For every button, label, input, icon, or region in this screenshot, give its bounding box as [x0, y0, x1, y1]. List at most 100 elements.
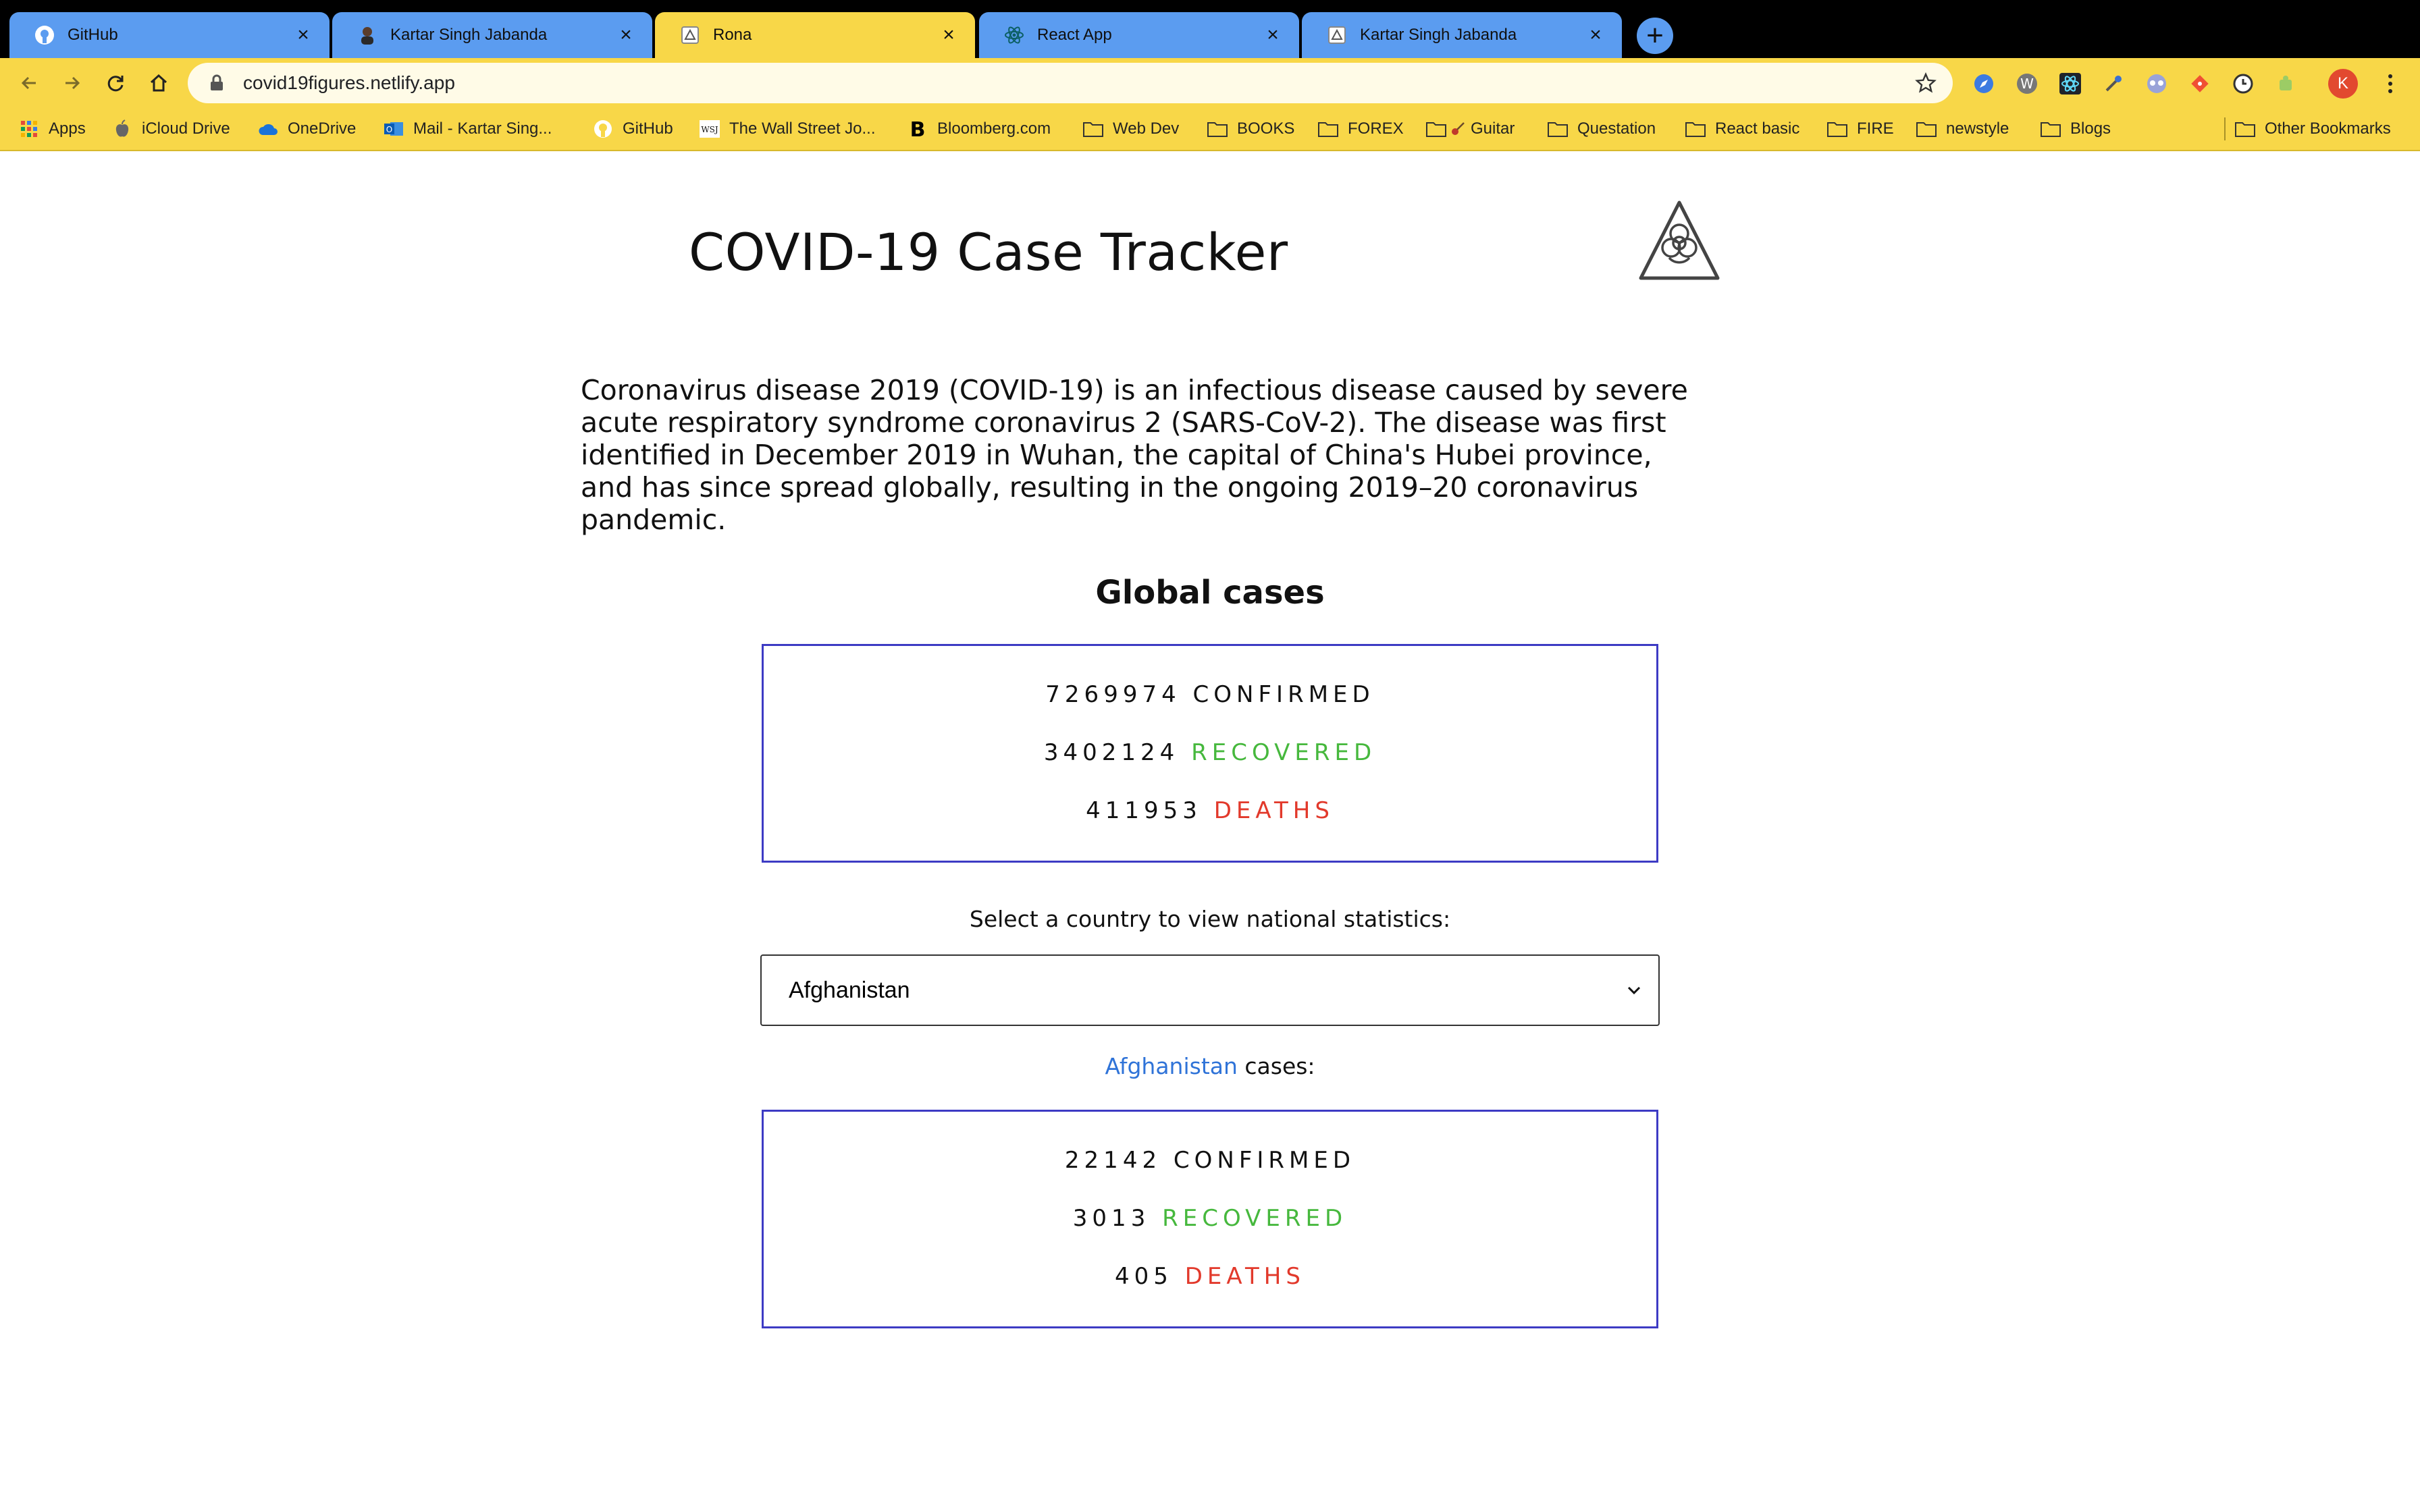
reload-button[interactable]	[99, 66, 132, 100]
bookmark-forex[interactable]: FOREX	[1318, 116, 1404, 142]
bookmark-label: Blogs	[2070, 119, 2111, 138]
tab-github[interactable]: GitHub ×	[9, 12, 330, 58]
bookmark-newstyle[interactable]: newstyle	[1916, 116, 2009, 142]
extension-eyedropper-icon[interactable]	[2101, 72, 2126, 96]
deaths-label: DEATHS	[1213, 797, 1334, 824]
back-button[interactable]	[12, 66, 46, 100]
bookmark-label: OneDrive	[288, 119, 357, 138]
bookmark-other[interactable]: Other Bookmarks	[2235, 116, 2391, 142]
country-select-value: Afghanistan	[789, 977, 910, 1003]
global-stats-box: 7269974 CONFIRMED 3402124 RECOVERED 4119…	[762, 644, 1658, 863]
confirmed-label: CONFIRMED	[1192, 681, 1375, 708]
apps-grid-icon	[19, 119, 39, 139]
deaths-count: 405	[1115, 1263, 1173, 1290]
avatar-icon	[357, 24, 378, 46]
close-icon[interactable]: ×	[1261, 24, 1284, 47]
github-icon	[593, 119, 613, 139]
extension-compass-icon[interactable]	[1972, 72, 1996, 96]
recovered-label: RECOVERED	[1191, 739, 1377, 766]
extension-git-icon[interactable]	[2188, 72, 2212, 96]
bookmark-label: iCloud Drive	[142, 119, 230, 138]
bookmark-bloomberg[interactable]: B Bloomberg.com	[908, 116, 1051, 142]
bookmark-label: The Wall Street Jo...	[729, 119, 876, 138]
page-content: COVID-19 Case Tracker Coronavirus diseas…	[0, 151, 2420, 1512]
bloomberg-icon: B	[908, 119, 928, 139]
bookmark-label: newstyle	[1946, 119, 2009, 138]
home-icon	[150, 74, 167, 92]
extension-puzzle-icon[interactable]	[2274, 72, 2298, 96]
outlook-icon: O	[384, 119, 404, 139]
intro-paragraph: Coronavirus disease 2019 (COVID-19) is a…	[581, 374, 1688, 536]
country-select-label: Select a country to view national statis…	[969, 906, 1451, 932]
extension-clock-icon[interactable]	[2231, 72, 2255, 96]
bookmark-label: Other Bookmarks	[2265, 119, 2391, 138]
page-icon	[1326, 24, 1348, 46]
country-link[interactable]: Afghanistan	[1105, 1053, 1237, 1079]
folder-icon	[1083, 119, 1103, 139]
svg-text:O: O	[386, 125, 392, 134]
tab-rona[interactable]: Rona ×	[655, 12, 975, 58]
close-icon[interactable]: ×	[1584, 24, 1607, 47]
svg-text:B: B	[910, 119, 926, 139]
recovered-label: RECOVERED	[1162, 1205, 1348, 1232]
folder-icon	[1827, 119, 1847, 139]
lock-icon	[211, 74, 223, 90]
bookmark-wsj[interactable]: WSJ The Wall Street Jo...	[700, 116, 876, 142]
guitar-icon	[1450, 119, 1465, 139]
tab-react-app[interactable]: React App ×	[979, 12, 1299, 58]
bookmark-label: Web Dev	[1113, 119, 1180, 138]
folder-icon	[1685, 119, 1706, 139]
address-bar[interactable]: covid19figures.netlify.app	[188, 63, 1953, 103]
bookmark-fire[interactable]: FIRE	[1827, 116, 1894, 142]
url-text: covid19figures.netlify.app	[243, 72, 455, 93]
extension-react-icon[interactable]	[2058, 72, 2082, 96]
close-icon[interactable]: ×	[614, 24, 637, 47]
bookmark-icloud[interactable]: iCloud Drive	[112, 116, 230, 142]
bookmark-web-dev[interactable]: Web Dev	[1083, 116, 1179, 142]
arrow-right-icon	[65, 76, 80, 90]
tab-title: Kartar Singh Jabanda	[1360, 26, 1517, 44]
bookmark-questation[interactable]: Questation	[1548, 116, 1656, 142]
extension-mask-icon[interactable]	[2145, 72, 2169, 96]
bookmark-label: BOOKS	[1237, 119, 1295, 138]
bookmark-blogs[interactable]: Blogs	[2041, 116, 2111, 142]
apple-icon	[112, 119, 132, 139]
tab-kartar-2[interactable]: Kartar Singh Jabanda ×	[1302, 12, 1622, 58]
svg-text:W: W	[2020, 76, 2034, 92]
tab-kartar-1[interactable]: Kartar Singh Jabanda ×	[332, 12, 652, 58]
close-icon[interactable]: ×	[937, 24, 960, 47]
bookmark-label: GitHub	[623, 119, 673, 138]
wsj-icon: WSJ	[700, 119, 720, 139]
confirmed-count: 22142	[1064, 1147, 1162, 1174]
tab-strip: GitHub × Kartar Singh Jabanda × Rona × R…	[0, 0, 2420, 59]
bookmark-mail[interactable]: O Mail - Kartar Sing...	[384, 116, 552, 142]
bookmark-label: React basic	[1715, 119, 1800, 138]
country-select[interactable]: Afghanistan	[760, 954, 1660, 1026]
star-icon[interactable]	[1915, 72, 1937, 94]
profile-avatar[interactable]: K	[2328, 69, 2358, 99]
bookmarks-bar: Apps iCloud Drive OneDrive O Mail - Kart…	[0, 107, 2420, 151]
bookmark-github[interactable]: GitHub	[593, 116, 673, 142]
extension-w-icon[interactable]: W	[2015, 72, 2039, 96]
new-tab-button[interactable]: +	[1637, 18, 1673, 54]
page-title: COVID-19 Case Tracker	[689, 222, 1288, 282]
country-cases-suffix: cases:	[1237, 1053, 1315, 1079]
bookmark-books[interactable]: BOOKS	[1207, 116, 1294, 142]
home-button[interactable]	[142, 66, 176, 100]
global-cases-heading: Global cases	[1095, 574, 1325, 612]
folder-icon	[1207, 119, 1228, 139]
bookmark-onedrive[interactable]: OneDrive	[258, 116, 356, 142]
folder-icon	[2235, 119, 2255, 139]
bookmark-label: Apps	[49, 119, 86, 138]
tab-title: Rona	[713, 26, 752, 44]
forward-button[interactable]	[55, 66, 89, 100]
deaths-label: DEATHS	[1184, 1263, 1305, 1290]
folder-icon	[2041, 119, 2061, 139]
confirmed-label: CONFIRMED	[1173, 1147, 1356, 1174]
bookmark-guitar[interactable]: Guitar	[1426, 116, 1515, 142]
menu-kebab-icon[interactable]	[2378, 72, 2402, 96]
bookmark-apps[interactable]: Apps	[19, 116, 86, 142]
recovered-count: 3402124	[1043, 739, 1180, 766]
close-icon[interactable]: ×	[292, 24, 315, 47]
bookmark-react-basic[interactable]: React basic	[1685, 116, 1799, 142]
